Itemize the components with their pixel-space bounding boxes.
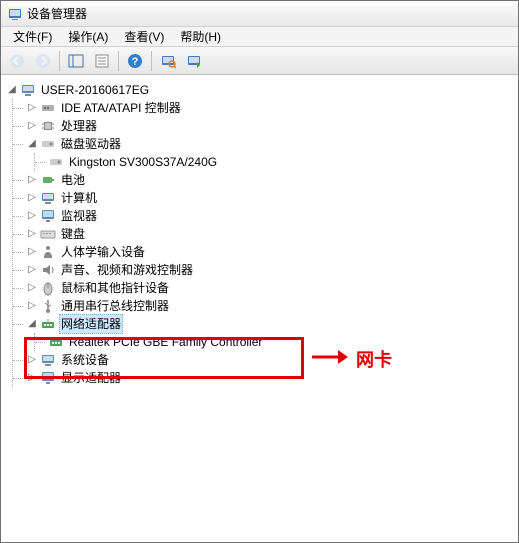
node-label[interactable]: 监视器 — [59, 207, 99, 225]
expand-icon[interactable]: ▷ — [25, 191, 39, 205]
update-driver-button[interactable] — [182, 49, 206, 73]
menu-help[interactable]: 帮助(H) — [172, 26, 229, 47]
network-icon — [40, 316, 56, 332]
node-label[interactable]: 鼠标和其他指针设备 — [59, 279, 171, 297]
svg-text:?: ? — [132, 56, 139, 68]
menu-view[interactable]: 查看(V) — [116, 26, 172, 47]
expand-icon[interactable]: ▷ — [25, 227, 39, 241]
expand-icon[interactable]: ▷ — [25, 371, 39, 385]
computer-icon — [20, 82, 36, 98]
tree-node-system[interactable]: ▷ 系统设备 — [13, 351, 514, 369]
scan-hardware-button[interactable] — [156, 49, 180, 73]
tree-node-network-child[interactable]: Realtek PCIe GBE Family Controller — [35, 333, 514, 351]
app-icon — [7, 6, 23, 22]
node-label[interactable]: 系统设备 — [59, 351, 111, 369]
keyboard-icon — [40, 226, 56, 242]
tree-node-monitor[interactable]: ▷ 监视器 — [13, 207, 514, 225]
tree-node-display[interactable]: ▷ 显示适配器 — [13, 369, 514, 387]
expand-icon[interactable]: ▷ — [25, 101, 39, 115]
node-label[interactable]: 磁盘驱动器 — [59, 135, 123, 153]
window-title: 设备管理器 — [27, 5, 87, 22]
ide-icon — [40, 100, 56, 116]
expand-icon[interactable]: ▷ — [25, 263, 39, 277]
node-label[interactable]: 计算机 — [59, 189, 99, 207]
tree-node-mouse[interactable]: ▷ 鼠标和其他指针设备 — [13, 279, 514, 297]
tree-node-computer[interactable]: ▷ 计算机 — [13, 189, 514, 207]
expand-icon[interactable]: ▷ — [25, 281, 39, 295]
expand-icon[interactable]: ▷ — [25, 245, 39, 259]
mouse-icon — [40, 280, 56, 296]
forward-button — [31, 49, 55, 73]
disk-icon — [40, 136, 56, 152]
back-button — [5, 49, 29, 73]
tree-root[interactable]: ◢ USER-20160617EG — [5, 81, 514, 99]
tree-node-disk[interactable]: ◢ 磁盘驱动器 — [13, 135, 514, 153]
computer-icon — [40, 190, 56, 206]
collapse-icon[interactable]: ◢ — [25, 137, 39, 151]
device-manager-window: 设备管理器 文件(F) 操作(A) 查看(V) 帮助(H) ? ◢ USER-2… — [0, 0, 519, 543]
battery-icon — [40, 172, 56, 188]
collapse-icon[interactable]: ◢ — [5, 83, 19, 97]
node-label[interactable]: 电池 — [59, 171, 87, 189]
disk-icon — [48, 154, 64, 170]
show-hide-console-button[interactable] — [64, 49, 88, 73]
menu-action[interactable]: 操作(A) — [60, 26, 116, 47]
root-label[interactable]: USER-20160617EG — [39, 81, 151, 99]
tree-node-network[interactable]: ◢ 网络适配器 — [13, 315, 514, 333]
cpu-icon — [40, 118, 56, 134]
toolbar: ? — [1, 47, 518, 75]
sound-icon — [40, 262, 56, 278]
network-adapter-icon — [48, 334, 64, 350]
tree-node-battery[interactable]: ▷ 电池 — [13, 171, 514, 189]
expand-icon[interactable]: ▷ — [25, 299, 39, 313]
node-label[interactable]: 键盘 — [59, 225, 87, 243]
tree-node-hid[interactable]: ▷ 人体学输入设备 — [13, 243, 514, 261]
title-bar: 设备管理器 — [1, 1, 518, 27]
tree-node-ide[interactable]: ▷ IDE ATA/ATAPI 控制器 — [13, 99, 514, 117]
properties-button[interactable] — [90, 49, 114, 73]
toolbar-separator — [151, 51, 152, 71]
usb-icon — [40, 298, 56, 314]
expand-icon[interactable]: ▷ — [25, 173, 39, 187]
system-icon — [40, 352, 56, 368]
node-label[interactable]: 通用串行总线控制器 — [59, 297, 171, 315]
display-icon — [40, 370, 56, 386]
expand-icon[interactable]: ▷ — [25, 119, 39, 133]
tree-node-cpu[interactable]: ▷ 处理器 — [13, 117, 514, 135]
node-label[interactable]: 处理器 — [59, 117, 99, 135]
hid-icon — [40, 244, 56, 260]
device-tree[interactable]: ◢ USER-20160617EG ▷ IDE ATA/ATAPI 控制器 ▷ 处理… — [1, 75, 518, 393]
expand-icon[interactable]: ▷ — [25, 209, 39, 223]
expand-icon[interactable]: ▷ — [25, 353, 39, 367]
node-label[interactable]: 显示适配器 — [59, 369, 123, 387]
node-label[interactable]: Kingston SV300S37A/240G — [67, 153, 219, 171]
toolbar-separator — [118, 51, 119, 71]
collapse-icon[interactable]: ◢ — [25, 317, 39, 331]
node-label[interactable]: 声音、视频和游戏控制器 — [59, 261, 195, 279]
node-label[interactable]: 人体学输入设备 — [59, 243, 147, 261]
menu-file[interactable]: 文件(F) — [5, 26, 60, 47]
toolbar-separator — [59, 51, 60, 71]
node-label[interactable]: 网络适配器 — [59, 314, 123, 334]
monitor-icon — [40, 208, 56, 224]
node-label[interactable]: Realtek PCIe GBE Family Controller — [67, 333, 264, 351]
tree-node-usb[interactable]: ▷ 通用串行总线控制器 — [13, 297, 514, 315]
annotation-label: 网卡 — [356, 346, 392, 372]
tree-node-keyboard[interactable]: ▷ 键盘 — [13, 225, 514, 243]
menu-bar: 文件(F) 操作(A) 查看(V) 帮助(H) — [1, 27, 518, 47]
help-button[interactable]: ? — [123, 49, 147, 73]
tree-node-disk-child[interactable]: Kingston SV300S37A/240G — [35, 153, 514, 171]
node-label[interactable]: IDE ATA/ATAPI 控制器 — [59, 99, 183, 117]
annotation-arrow — [310, 345, 350, 369]
tree-node-sound[interactable]: ▷ 声音、视频和游戏控制器 — [13, 261, 514, 279]
